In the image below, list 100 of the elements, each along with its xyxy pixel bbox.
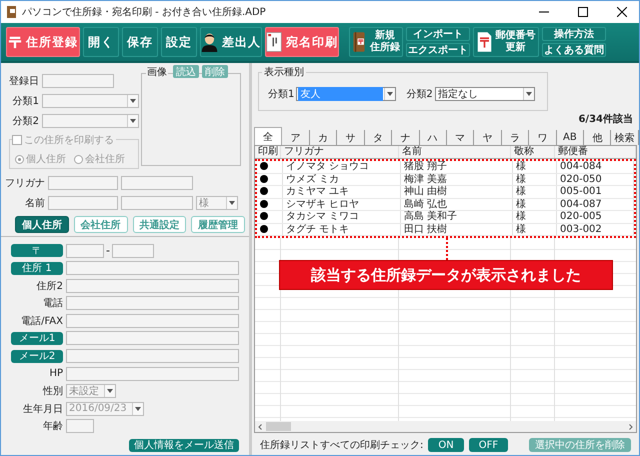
table-cell: 島崎 弘也 (401, 198, 513, 210)
menu-button[interactable]: 操作方法 (542, 27, 606, 41)
dropdown-arrow-icon (387, 92, 394, 96)
name-field[interactable] (48, 196, 118, 210)
input-field[interactable] (66, 314, 239, 328)
minimize-icon (539, 11, 549, 13)
tab[interactable]: 個人住所 (15, 216, 69, 233)
maximize-icon (578, 7, 588, 17)
table-cell: 様 (513, 211, 557, 222)
menu-button[interactable]: エクスポート (406, 43, 470, 57)
date-field[interactable] (42, 74, 114, 88)
furigana-field[interactable] (48, 176, 118, 190)
image-label: 画像 (146, 65, 168, 79)
menu-button[interactable]: よくある質問 (542, 43, 606, 57)
field-button[interactable]: メール2 (11, 350, 63, 363)
dropdown-arrow-icon (135, 406, 141, 411)
print-button[interactable]: 宛名印刷 (265, 27, 339, 57)
dropdown-arrow-icon (229, 200, 235, 204)
column-header[interactable]: 郵便番 (555, 146, 636, 158)
tab[interactable]: 会社住所 (74, 216, 128, 233)
scrollbar-thumb[interactable] (266, 422, 291, 431)
category-dropdown[interactable] (42, 114, 139, 128)
radio-label: 会社住所 (85, 152, 125, 166)
index-tab[interactable]: ハ (420, 130, 447, 145)
filter-label: 分類1 (268, 88, 294, 101)
filter-label: 分類2 (406, 88, 433, 101)
dropdown-arrow-icon (107, 389, 113, 394)
table-cell: 神山 由樹 (401, 186, 513, 198)
field-label: 性別 (42, 384, 63, 398)
table-cell: 高島 美和子 (401, 211, 513, 222)
app-icon (7, 6, 17, 18)
field-label: 電話/FAX (20, 314, 63, 328)
toolbar-button[interactable]: 保存 (122, 27, 158, 57)
field-label: 住所2 (36, 280, 63, 293)
field-button[interactable]: 住所 1 (11, 262, 63, 275)
name-field[interactable] (121, 196, 193, 210)
field-label: 生年月日 (22, 402, 63, 416)
field-label: フリガナ (5, 176, 45, 190)
field-label: 分類2 (12, 114, 39, 128)
input-field[interactable] (66, 278, 239, 293)
checkbox-label: この住所を印刷する (24, 134, 114, 147)
menu-button[interactable]: インポート (406, 27, 470, 41)
on-button[interactable]: ON (428, 438, 464, 452)
field-button[interactable]: メール1 (11, 332, 63, 345)
postal-update-button[interactable]: 郵便番号 更新 (473, 27, 539, 57)
dropdown-arrow-icon (130, 98, 136, 102)
column-header[interactable]: 敬称 (511, 146, 555, 158)
sender-button[interactable]: 差出人 (200, 27, 262, 57)
category-dropdown[interactable] (42, 94, 139, 108)
input-field[interactable] (66, 366, 239, 381)
input-field[interactable] (66, 331, 239, 346)
table-cell: イノマタ ショウコ (283, 161, 401, 172)
tab[interactable]: 共通設定 (132, 216, 186, 233)
input-field[interactable] (66, 261, 239, 276)
dropdown-arrow-icon (526, 92, 532, 96)
book-icon (352, 29, 366, 55)
table-cell: 003-002 (557, 224, 634, 235)
index-tab[interactable]: AB (556, 130, 584, 145)
postal-code-button[interactable]: 〒 (11, 244, 63, 257)
dropdown-arrow-icon (130, 118, 136, 122)
callout-banner: 該当する住所録データが表示されました (279, 260, 613, 290)
gender-dropdown[interactable]: 未設定 (66, 384, 116, 398)
field-label: 分類1 (12, 94, 39, 108)
table-cell: 様 (513, 224, 557, 235)
input-field[interactable] (66, 349, 239, 364)
close-icon (617, 7, 627, 17)
tab[interactable]: 履歴管理 (191, 216, 245, 233)
index-tab[interactable]: タ (364, 130, 392, 145)
field-label: 登録日 (8, 74, 39, 88)
column-header[interactable]: 名前 (399, 146, 511, 158)
table-cell: 020-050 (557, 174, 634, 185)
table-cell: 田口 扶樹 (401, 224, 513, 235)
input-field[interactable] (66, 296, 239, 310)
off-button[interactable]: OFF (468, 438, 508, 452)
column-header[interactable]: フリガナ (281, 146, 399, 158)
honorific-dropdown[interactable]: 様 (196, 196, 238, 210)
age-field[interactable] (66, 419, 94, 434)
footer-label: 住所録リストすべての印刷チェック: (260, 438, 424, 452)
horizontal-scrollbar[interactable] (255, 421, 636, 432)
send-email-button[interactable]: 個人情報をメール送信 (129, 438, 239, 452)
postal-code-field[interactable] (66, 244, 104, 258)
postal-code-field[interactable] (112, 244, 154, 258)
table-cell: 004-084 (557, 161, 634, 172)
table-cell: タカシマ ミワコ (283, 211, 401, 222)
register-button[interactable]: 住所登録 (6, 27, 80, 57)
postal-document-icon (476, 31, 492, 53)
table-cell: 005-001 (557, 186, 634, 198)
category-dropdown[interactable]: 指定なし (434, 87, 535, 101)
table-cell: タグチ モトキ (283, 224, 401, 235)
toolbar-button[interactable]: 設定 (161, 27, 197, 57)
toolbar-button[interactable]: 開く (83, 27, 119, 57)
field-label: 名前 (24, 196, 45, 210)
column-header[interactable]: 印刷 (255, 146, 281, 158)
furigana-field[interactable] (121, 176, 193, 190)
table-cell: 梅津 美嘉 (401, 174, 513, 185)
new-address-book-button[interactable]: 新規 住所録 (349, 27, 403, 57)
index-tab[interactable]: 全 (254, 127, 282, 145)
group-title: 表示種別 (262, 65, 306, 79)
scroll-right-icon (629, 424, 633, 430)
category-dropdown[interactable]: 友人 (296, 87, 396, 101)
